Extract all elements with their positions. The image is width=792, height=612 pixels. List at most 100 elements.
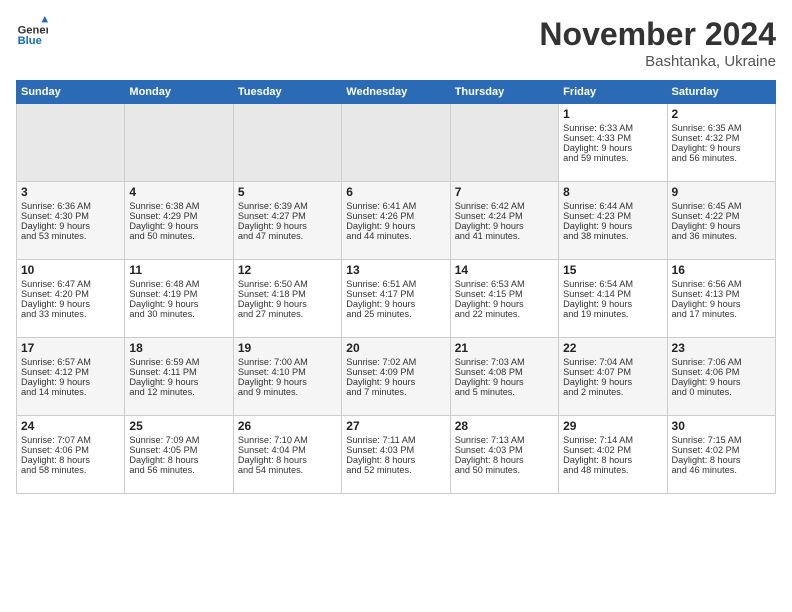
day-info: Daylight: 9 hours: [129, 221, 228, 231]
day-number: 12: [238, 263, 337, 277]
day-info: Sunset: 4:06 PM: [672, 367, 771, 377]
week-row-1: 3Sunrise: 6:36 AMSunset: 4:30 PMDaylight…: [17, 182, 776, 260]
day-info: Sunrise: 6:38 AM: [129, 201, 228, 211]
cell-w0-d1: [125, 104, 233, 182]
day-info: Sunrise: 6:50 AM: [238, 279, 337, 289]
day-number: 10: [21, 263, 120, 277]
logo-icon: General Blue: [16, 16, 48, 48]
cell-w1-d1: 4Sunrise: 6:38 AMSunset: 4:29 PMDaylight…: [125, 182, 233, 260]
day-info: Daylight: 9 hours: [346, 221, 445, 231]
cell-w0-d6: 2Sunrise: 6:35 AMSunset: 4:32 PMDaylight…: [667, 104, 775, 182]
day-number: 26: [238, 419, 337, 433]
day-info: Sunset: 4:26 PM: [346, 211, 445, 221]
cell-w4-d2: 26Sunrise: 7:10 AMSunset: 4:04 PMDayligh…: [233, 416, 341, 494]
cell-w1-d0: 3Sunrise: 6:36 AMSunset: 4:30 PMDaylight…: [17, 182, 125, 260]
day-info: Sunset: 4:22 PM: [672, 211, 771, 221]
cell-w3-d6: 23Sunrise: 7:06 AMSunset: 4:06 PMDayligh…: [667, 338, 775, 416]
day-info: Sunset: 4:02 PM: [563, 445, 662, 455]
day-info: Sunrise: 6:36 AM: [21, 201, 120, 211]
day-info: Sunset: 4:06 PM: [21, 445, 120, 455]
day-info: Sunset: 4:13 PM: [672, 289, 771, 299]
location: Bashtanka, Ukraine: [539, 53, 776, 70]
day-number: 19: [238, 341, 337, 355]
day-info: Sunrise: 7:04 AM: [563, 357, 662, 367]
day-number: 4: [129, 185, 228, 199]
day-info: Sunset: 4:14 PM: [563, 289, 662, 299]
day-info: Sunrise: 7:09 AM: [129, 435, 228, 445]
day-number: 3: [21, 185, 120, 199]
day-info: Sunrise: 6:51 AM: [346, 279, 445, 289]
day-info: Daylight: 9 hours: [563, 377, 662, 387]
day-info: and 48 minutes.: [563, 465, 662, 475]
day-number: 17: [21, 341, 120, 355]
day-info: Sunset: 4:09 PM: [346, 367, 445, 377]
cell-w3-d3: 20Sunrise: 7:02 AMSunset: 4:09 PMDayligh…: [342, 338, 450, 416]
cell-w0-d0: [17, 104, 125, 182]
day-number: 6: [346, 185, 445, 199]
day-info: Sunrise: 6:45 AM: [672, 201, 771, 211]
week-row-2: 10Sunrise: 6:47 AMSunset: 4:20 PMDayligh…: [17, 260, 776, 338]
cell-w3-d5: 22Sunrise: 7:04 AMSunset: 4:07 PMDayligh…: [559, 338, 667, 416]
day-number: 23: [672, 341, 771, 355]
cell-w2-d6: 16Sunrise: 6:56 AMSunset: 4:13 PMDayligh…: [667, 260, 775, 338]
cell-w3-d4: 21Sunrise: 7:03 AMSunset: 4:08 PMDayligh…: [450, 338, 558, 416]
header: General Blue November 2024 Bashtanka, Uk…: [16, 16, 776, 70]
day-number: 11: [129, 263, 228, 277]
day-info: Sunrise: 7:11 AM: [346, 435, 445, 445]
day-info: Sunrise: 7:03 AM: [455, 357, 554, 367]
col-friday: Friday: [559, 81, 667, 104]
day-info: and 19 minutes.: [563, 309, 662, 319]
day-info: Daylight: 8 hours: [129, 455, 228, 465]
cell-w2-d4: 14Sunrise: 6:53 AMSunset: 4:15 PMDayligh…: [450, 260, 558, 338]
day-info: and 27 minutes.: [238, 309, 337, 319]
day-info: and 41 minutes.: [455, 231, 554, 241]
cell-w2-d3: 13Sunrise: 6:51 AMSunset: 4:17 PMDayligh…: [342, 260, 450, 338]
day-info: Daylight: 9 hours: [238, 299, 337, 309]
day-info: Sunset: 4:24 PM: [455, 211, 554, 221]
day-info: Sunset: 4:33 PM: [563, 133, 662, 143]
col-monday: Monday: [125, 81, 233, 104]
cell-w1-d4: 7Sunrise: 6:42 AMSunset: 4:24 PMDaylight…: [450, 182, 558, 260]
day-info: Daylight: 9 hours: [563, 299, 662, 309]
day-info: Daylight: 8 hours: [238, 455, 337, 465]
week-row-4: 24Sunrise: 7:07 AMSunset: 4:06 PMDayligh…: [17, 416, 776, 494]
day-info: Sunset: 4:04 PM: [238, 445, 337, 455]
day-info: Daylight: 8 hours: [672, 455, 771, 465]
cell-w2-d2: 12Sunrise: 6:50 AMSunset: 4:18 PMDayligh…: [233, 260, 341, 338]
day-info: and 38 minutes.: [563, 231, 662, 241]
day-info: Daylight: 9 hours: [455, 221, 554, 231]
cell-w2-d5: 15Sunrise: 6:54 AMSunset: 4:14 PMDayligh…: [559, 260, 667, 338]
day-info: Daylight: 9 hours: [672, 377, 771, 387]
day-info: Daylight: 9 hours: [346, 377, 445, 387]
day-number: 25: [129, 419, 228, 433]
day-info: and 52 minutes.: [346, 465, 445, 475]
cell-w0-d3: [342, 104, 450, 182]
day-info: and 5 minutes.: [455, 387, 554, 397]
day-info: Daylight: 8 hours: [346, 455, 445, 465]
day-info: Daylight: 9 hours: [238, 221, 337, 231]
day-info: Sunset: 4:32 PM: [672, 133, 771, 143]
day-info: and 56 minutes.: [129, 465, 228, 475]
day-info: Sunrise: 6:53 AM: [455, 279, 554, 289]
day-info: Sunset: 4:05 PM: [129, 445, 228, 455]
day-info: Sunset: 4:03 PM: [455, 445, 554, 455]
day-info: Sunrise: 7:13 AM: [455, 435, 554, 445]
day-number: 29: [563, 419, 662, 433]
logo: General Blue: [16, 16, 48, 48]
day-info: Daylight: 9 hours: [455, 299, 554, 309]
day-number: 18: [129, 341, 228, 355]
day-number: 7: [455, 185, 554, 199]
cell-w1-d2: 5Sunrise: 6:39 AMSunset: 4:27 PMDaylight…: [233, 182, 341, 260]
day-number: 1: [563, 107, 662, 121]
cell-w4-d5: 29Sunrise: 7:14 AMSunset: 4:02 PMDayligh…: [559, 416, 667, 494]
week-row-0: 1Sunrise: 6:33 AMSunset: 4:33 PMDaylight…: [17, 104, 776, 182]
day-info: and 22 minutes.: [455, 309, 554, 319]
day-info: Sunset: 4:12 PM: [21, 367, 120, 377]
day-info: Sunrise: 6:41 AM: [346, 201, 445, 211]
day-number: 13: [346, 263, 445, 277]
day-info: and 53 minutes.: [21, 231, 120, 241]
day-info: and 36 minutes.: [672, 231, 771, 241]
day-info: Sunset: 4:03 PM: [346, 445, 445, 455]
cell-w4-d1: 25 Sunrise: 7:09 AMSunset: 4:05 PMDayligh…: [125, 416, 233, 494]
month-title: November 2024: [539, 16, 776, 53]
